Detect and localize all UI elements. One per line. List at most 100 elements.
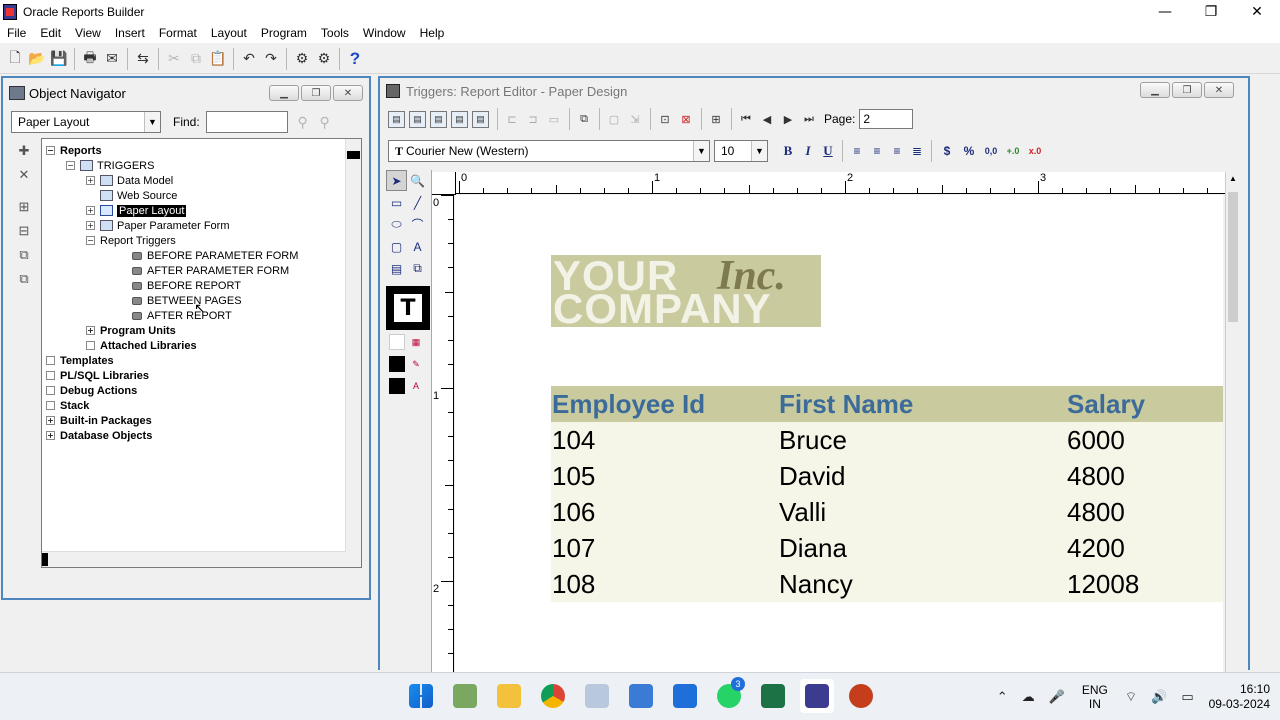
frame-tool-icon[interactable]: ⧉: [407, 258, 428, 279]
navigator-restore-button[interactable]: ❐: [301, 85, 331, 101]
rounded-rectangle-tool-icon[interactable]: ▢: [386, 236, 407, 257]
flex-icon[interactable]: ▢: [604, 109, 624, 129]
table-cell[interactable]: 4800: [1067, 461, 1223, 492]
table-cell[interactable]: 12008: [1067, 569, 1223, 600]
tree-node[interactable]: − TRIGGERS: [42, 158, 347, 173]
editor-restore-button[interactable]: ❐: [1172, 82, 1202, 98]
chevron-down-icon[interactable]: ▼: [693, 141, 709, 161]
copy-icon[interactable]: ⧉: [185, 48, 207, 70]
tree-node[interactable]: + Program Units: [42, 323, 347, 338]
chevron-up-icon[interactable]: ⌃: [997, 690, 1008, 705]
tree-node[interactable]: BEFORE REPORT: [42, 278, 347, 293]
find-input[interactable]: [205, 111, 288, 133]
file-explorer-icon[interactable]: [492, 679, 526, 713]
tree-node[interactable]: Web Source: [42, 188, 347, 203]
table-cell[interactable]: 4800: [1067, 497, 1223, 528]
tree-node[interactable]: Stack: [42, 398, 347, 413]
onedrive-icon[interactable]: ☁: [1022, 690, 1035, 705]
menu-window[interactable]: Window: [356, 26, 413, 40]
cut-icon[interactable]: ✂: [163, 48, 185, 70]
report-builder-taskbar-icon[interactable]: [448, 679, 482, 713]
view-select[interactable]: Paper Layout ▼: [11, 111, 161, 133]
oracle-reports-taskbar-icon[interactable]: [800, 679, 834, 713]
battery-icon[interactable]: ▭: [1181, 690, 1193, 705]
collapse-node-icon[interactable]: −: [86, 236, 95, 245]
table-cell[interactable]: Nancy: [779, 569, 1067, 600]
tree-node[interactable]: + Database Objects: [42, 428, 347, 443]
tree-node[interactable]: Templates: [42, 353, 347, 368]
page-number-input[interactable]: 2: [859, 109, 914, 129]
paper-design-view-icon[interactable]: ▤: [451, 110, 468, 128]
wifi-icon[interactable]: ⌔: [1125, 689, 1137, 705]
navigator-minimize-button[interactable]: ▁: [269, 85, 299, 101]
tree-node[interactable]: Attached Libraries: [42, 338, 347, 353]
tree-node[interactable]: + Paper Layout: [42, 203, 347, 218]
menu-view[interactable]: View: [68, 26, 108, 40]
parameter-form-view-icon[interactable]: ▤: [472, 110, 489, 128]
header-first-name[interactable]: First Name: [779, 389, 1067, 420]
commas-icon[interactable]: 0,0: [980, 141, 1002, 161]
margin-icon[interactable]: ⊐: [523, 109, 543, 129]
arc-tool-icon[interactable]: ⌒: [407, 214, 428, 235]
text-tool-icon[interactable]: A: [407, 236, 428, 257]
paper-layout-view-icon[interactable]: ▤: [430, 110, 447, 128]
table-cell[interactable]: 105: [551, 461, 779, 492]
undo-icon[interactable]: ↶: [238, 48, 260, 70]
menu-program[interactable]: Program: [254, 26, 314, 40]
magnify-tool-icon[interactable]: 🔍: [407, 170, 428, 191]
search-forward-icon[interactable]: ⚲: [292, 111, 314, 133]
store-app-icon[interactable]: [668, 679, 702, 713]
save-icon[interactable]: 💾: [48, 48, 70, 70]
expand-node-icon[interactable]: +: [86, 176, 95, 185]
navigator-close-button[interactable]: ✕: [333, 85, 363, 101]
security-app-icon[interactable]: [580, 679, 614, 713]
move-icon[interactable]: ⇲: [625, 109, 645, 129]
tree-node[interactable]: + Data Model: [42, 173, 347, 188]
print-icon[interactable]: 🖶: [79, 48, 101, 70]
tree-node[interactable]: − Report Triggers: [42, 233, 347, 248]
settings-app-icon[interactable]: [624, 679, 658, 713]
chrome-icon[interactable]: [536, 679, 570, 713]
tree-node[interactable]: + Built-in Packages: [42, 413, 347, 428]
header-employee-id[interactable]: Employee Id: [551, 389, 779, 420]
search-back-icon[interactable]: ⚲: [314, 111, 336, 133]
font-name-select[interactable]: T Courier New (Western) ▼: [388, 140, 710, 162]
web-source-view-icon[interactable]: ▤: [409, 110, 426, 128]
ellipse-tool-icon[interactable]: ⬭: [386, 214, 407, 235]
fill-color-swatch[interactable]: [389, 334, 405, 350]
align-right-icon[interactable]: ≡: [887, 141, 907, 161]
select-parent-icon[interactable]: ⊡: [655, 109, 675, 129]
select-children-icon[interactable]: ⊠: [676, 109, 696, 129]
empty-node-icon[interactable]: [86, 341, 95, 350]
remove-decimal-icon[interactable]: x.0: [1024, 141, 1046, 161]
previous-page-icon[interactable]: ◀: [757, 109, 777, 129]
currency-icon[interactable]: $: [936, 141, 958, 161]
tree-node[interactable]: BEFORE PARAMETER FORM: [42, 248, 347, 263]
percent-icon[interactable]: %: [958, 141, 980, 161]
expand-node-icon[interactable]: +: [86, 326, 95, 335]
table-cell[interactable]: 106: [551, 497, 779, 528]
rectangle-tool-icon[interactable]: ▭: [386, 192, 407, 213]
align-left-icon[interactable]: ≡: [847, 141, 867, 161]
paste-icon[interactable]: 📋: [207, 48, 229, 70]
tree-node[interactable]: AFTER PARAMETER FORM: [42, 263, 347, 278]
expand-node-icon[interactable]: +: [46, 431, 55, 440]
mail-icon[interactable]: ✉: [101, 48, 123, 70]
underline-icon[interactable]: U: [818, 141, 838, 161]
font-size-select[interactable]: 10 ▼: [714, 140, 768, 162]
clock[interactable]: 16:10 09-03-2024: [1209, 682, 1270, 712]
text-color-icon[interactable]: A: [408, 378, 424, 394]
company-logo[interactable]: YOUR Inc. COMPANY: [551, 255, 821, 327]
italic-icon[interactable]: I: [798, 141, 818, 161]
editor-minimize-button[interactable]: ▁: [1140, 82, 1170, 98]
menu-layout[interactable]: Layout: [204, 26, 254, 40]
last-page-icon[interactable]: ⏭: [799, 109, 819, 129]
tree-node[interactable]: PL/SQL Libraries: [42, 368, 347, 383]
connect-icon[interactable]: ⇆: [132, 48, 154, 70]
data-model-view-icon[interactable]: ▤: [388, 110, 405, 128]
whatsapp-icon[interactable]: 3: [712, 677, 746, 713]
redo-icon[interactable]: ↷: [260, 48, 282, 70]
collapse-node-icon[interactable]: −: [66, 161, 75, 170]
table-cell[interactable]: Bruce: [779, 425, 1067, 456]
line-tool-icon[interactable]: ╱: [407, 192, 428, 213]
